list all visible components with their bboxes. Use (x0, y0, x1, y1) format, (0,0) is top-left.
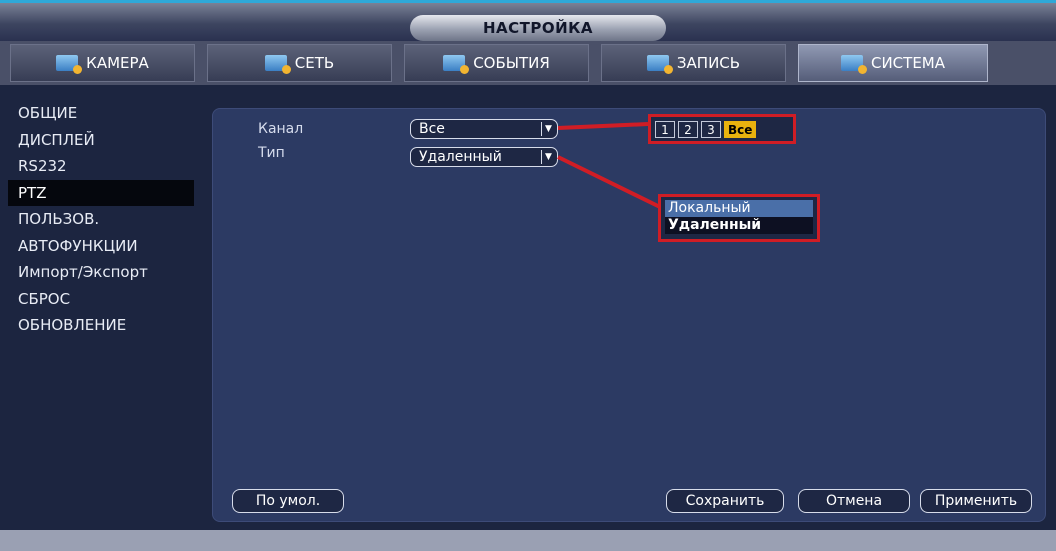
apply-button[interactable]: Применить (920, 489, 1032, 513)
system-icon (840, 55, 867, 74)
sidebar-item-reset[interactable]: СБРОС (8, 286, 194, 312)
tab-system-label: СИСТЕМА (870, 54, 945, 72)
tab-network-label: СЕТЬ (294, 54, 335, 72)
channel-picker: 1 2 3 Все (648, 114, 796, 144)
channel-label: Канал (258, 121, 304, 137)
window-title: НАСТРОЙКА (410, 15, 666, 41)
channel-select[interactable]: Все ▼ (410, 119, 558, 139)
channel-option-all[interactable]: Все (724, 120, 757, 138)
default-button[interactable]: По умол. (232, 489, 344, 513)
title-bar: НАСТРОЙКА (0, 3, 1056, 41)
sidebar-item-general[interactable]: ОБЩИЕ (8, 100, 194, 126)
sidebar-item-import-export[interactable]: Импорт/Экспорт (8, 259, 194, 285)
channel-select-value: Все (419, 121, 445, 137)
sidebar-item-update[interactable]: ОБНОВЛЕНИЕ (8, 312, 194, 338)
channel-option-2[interactable]: 2 (678, 120, 698, 138)
type-select-value: Удаленный (419, 149, 502, 165)
sidebar-item-ptz[interactable]: PTZ (8, 179, 194, 206)
type-select[interactable]: Удаленный ▼ (410, 147, 558, 167)
settings-panel (212, 108, 1046, 522)
tab-camera-label: КАМЕРА (86, 54, 149, 72)
type-dropdown-list: Локальный Удаленный (658, 194, 820, 242)
chevron-down-icon: ▼ (541, 150, 555, 164)
cancel-button[interactable]: Отмена (798, 489, 910, 513)
channel-option-3[interactable]: 3 (701, 120, 721, 138)
type-option-local[interactable]: Локальный (665, 200, 813, 217)
type-label: Тип (258, 145, 285, 161)
save-button[interactable]: Сохранить (666, 489, 784, 513)
main-tabs: КАМЕРА СЕТЬ СОБЫТИЯ ЗАПИСЬ СИСТЕМА (0, 41, 1056, 85)
events-icon (443, 55, 470, 74)
channel-option-1[interactable]: 1 (655, 120, 675, 138)
tab-system[interactable]: СИСТЕМА (798, 44, 988, 82)
tab-events[interactable]: СОБЫТИЯ (404, 44, 589, 82)
chevron-down-icon: ▼ (541, 122, 555, 136)
tab-record[interactable]: ЗАПИСЬ (601, 44, 786, 82)
type-option-remote[interactable]: Удаленный (665, 217, 813, 234)
sidebar-item-users[interactable]: ПОЛЬЗОВ. (8, 206, 194, 232)
sidebar-item-rs232[interactable]: RS232 (8, 153, 194, 179)
tab-camera[interactable]: КАМЕРА (10, 44, 195, 82)
sidebar-item-auto-functions[interactable]: АВТОФУНКЦИИ (8, 233, 194, 259)
sidebar: ОБЩИЕ ДИСПЛЕЙ RS232 PTZ ПОЛЬЗОВ. АВТОФУН… (8, 100, 194, 339)
status-bar (0, 530, 1056, 551)
tab-network[interactable]: СЕТЬ (207, 44, 392, 82)
camera-icon (56, 55, 83, 74)
tab-events-label: СОБЫТИЯ (473, 54, 550, 72)
sidebar-item-display[interactable]: ДИСПЛЕЙ (8, 127, 194, 153)
record-icon (646, 55, 673, 74)
network-icon (264, 55, 291, 74)
tab-record-label: ЗАПИСЬ (676, 54, 741, 72)
